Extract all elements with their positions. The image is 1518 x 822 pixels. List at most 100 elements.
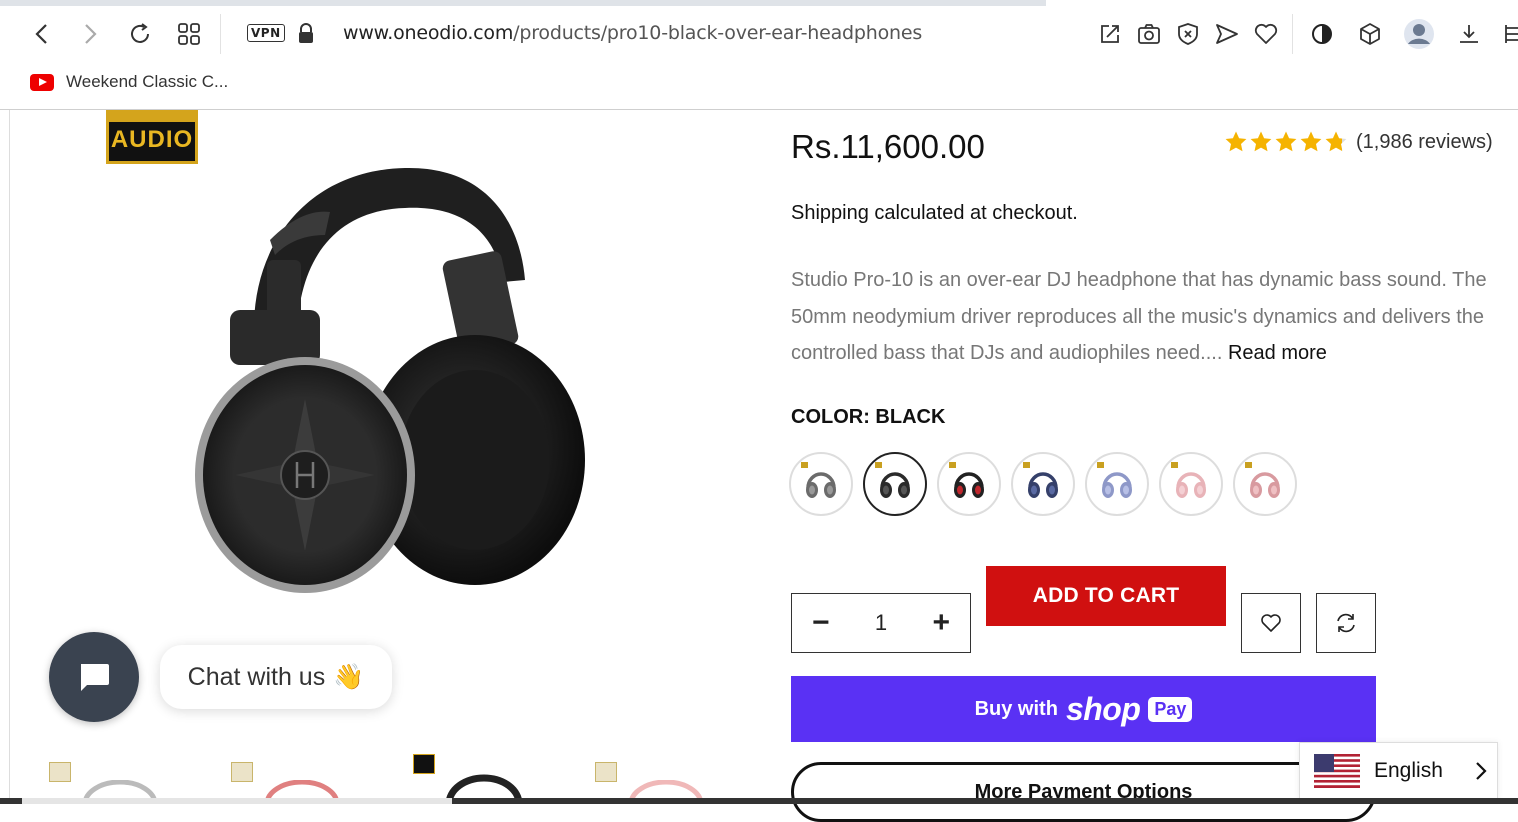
thumbnail-hires-tag[interactable] [595,762,617,782]
hires-mini-tag [1023,462,1030,468]
share-button[interactable] [1096,20,1124,48]
pay-badge: Pay [1148,696,1193,722]
color-swatch-black[interactable] [863,452,927,516]
forward-button[interactable] [74,18,106,50]
product-image-headphones[interactable] [185,160,605,600]
star-icon [1300,131,1322,152]
chevron-right-icon [85,24,97,44]
color-swatch-red-black[interactable] [937,452,1001,516]
bookmark-item[interactable]: Weekend Classic C... [30,72,228,92]
hi-res-audio-logo: AUDIO [106,110,198,164]
color-swatch-lavender[interactable] [1085,452,1149,516]
thumbnail-hires-tag[interactable] [413,754,435,774]
buy-with-label: Buy with [974,697,1058,720]
color-swatch-blue[interactable] [1011,452,1075,516]
qty-decrease-button[interactable]: − [812,608,830,638]
camera-icon [1138,24,1160,44]
read-more-link[interactable]: Read more [1228,342,1327,364]
headphone-thumb-icon [1102,472,1132,498]
thumbnail-strip [40,752,740,804]
thumbnail-hires-tag[interactable] [231,762,253,782]
tab-strip [0,0,1518,6]
browser-toolbar: VPN www.oneodio.com/products/pro10-black… [0,0,1518,110]
active-tab[interactable] [1046,0,1518,6]
back-button[interactable] [26,18,58,50]
send-button[interactable] [1213,20,1241,48]
favorites-button[interactable] [1252,20,1280,48]
star-icon [1225,131,1247,152]
product-rating[interactable]: (1,986 reviews) [1224,130,1493,154]
headphone-thumb-icon [1176,472,1206,498]
hires-mini-tag [949,462,956,468]
headphone-thumb-icon [1028,472,1058,498]
tabs-grid-button[interactable] [173,18,205,50]
toolbar-divider [220,14,221,54]
url-host: www.oneodio.com [343,22,514,44]
contrast-icon [1312,24,1332,44]
profile-button[interactable] [1402,17,1436,51]
theme-button[interactable] [1308,20,1336,48]
color-swatches [789,452,1297,516]
bookmark-label: Weekend Classic C... [66,72,229,91]
description-text: Studio Pro-10 is an over-ear DJ headphon… [791,269,1487,364]
quantity-stepper: − 1 + [791,593,971,653]
toolbar-divider [1292,14,1293,54]
chat-launcher-button[interactable] [49,632,139,722]
heart-icon [1261,614,1281,632]
horizontal-scrollbar[interactable] [0,798,1518,804]
color-swatch-rose-gold[interactable] [1233,452,1297,516]
hires-mini-tag [1097,462,1104,468]
language-selector[interactable]: English [1299,742,1498,800]
address-bar[interactable]: www.oneodio.com/products/pro10-black-ove… [343,22,922,44]
chat-with-us-pill[interactable]: Chat with us 👋 [160,645,392,709]
headphone-thumb-icon [806,472,836,498]
color-swatch-grey[interactable] [789,452,853,516]
shield-x-icon [1178,23,1198,45]
thumbnail-hires-tag[interactable] [49,762,71,782]
headphone-thumb-icon [954,472,984,498]
reload-button[interactable] [124,18,156,50]
extensions-button[interactable] [1356,20,1384,48]
url-path: /products/pro10-black-over-ear-headphone… [513,22,923,44]
product-price: Rs.11,600.00 [791,128,985,165]
star-icon [1275,131,1297,152]
chevron-right-icon [1476,762,1487,780]
reload-icon [131,23,149,43]
shop-logo: shop [1065,690,1141,727]
hires-mini-tag [875,462,882,468]
chat-label: Chat with us [187,662,326,691]
cube-icon [1360,23,1380,45]
add-to-cart-button[interactable]: ADD TO CART [986,566,1226,626]
hires-mini-tag [1245,462,1252,468]
color-swatch-pink[interactable] [1159,452,1223,516]
qty-increase-button[interactable]: + [932,608,950,638]
headphone-thumb-icon [1250,472,1280,498]
review-count: (1,986 reviews) [1356,130,1493,153]
scrollbar-thumb[interactable] [22,798,452,804]
wishlist-button[interactable] [1241,593,1301,653]
avatar-icon [1404,19,1434,49]
chevron-left-icon [35,24,47,44]
send-icon [1216,24,1238,44]
heart-icon [1254,23,1278,44]
color-label: COLOR: BLACK [791,406,946,428]
more-payment-options-button[interactable]: More Payment Options [791,762,1376,822]
vpn-badge[interactable]: VPN [247,24,285,42]
compare-button[interactable] [1316,593,1376,653]
share-icon [1101,25,1119,43]
downloads-button[interactable] [1455,20,1483,48]
qty-value[interactable]: 1 [875,610,887,636]
menu-button[interactable] [1500,20,1518,48]
buy-with-shop-pay-button[interactable]: Buy with shop Pay [791,676,1376,742]
hires-mini-tag [801,462,808,468]
headphone-thumb-icon [880,472,910,498]
rating-stars [1224,130,1348,154]
menu-icon [1505,25,1518,43]
lock-icon[interactable] [297,23,315,45]
shipping-note: Shipping calculated at checkout. [791,202,1078,224]
adblock-button[interactable] [1174,20,1202,48]
us-flag-icon [1314,754,1360,788]
grid-icon [178,23,200,45]
screenshot-button[interactable] [1135,20,1163,48]
youtube-icon [30,73,54,91]
